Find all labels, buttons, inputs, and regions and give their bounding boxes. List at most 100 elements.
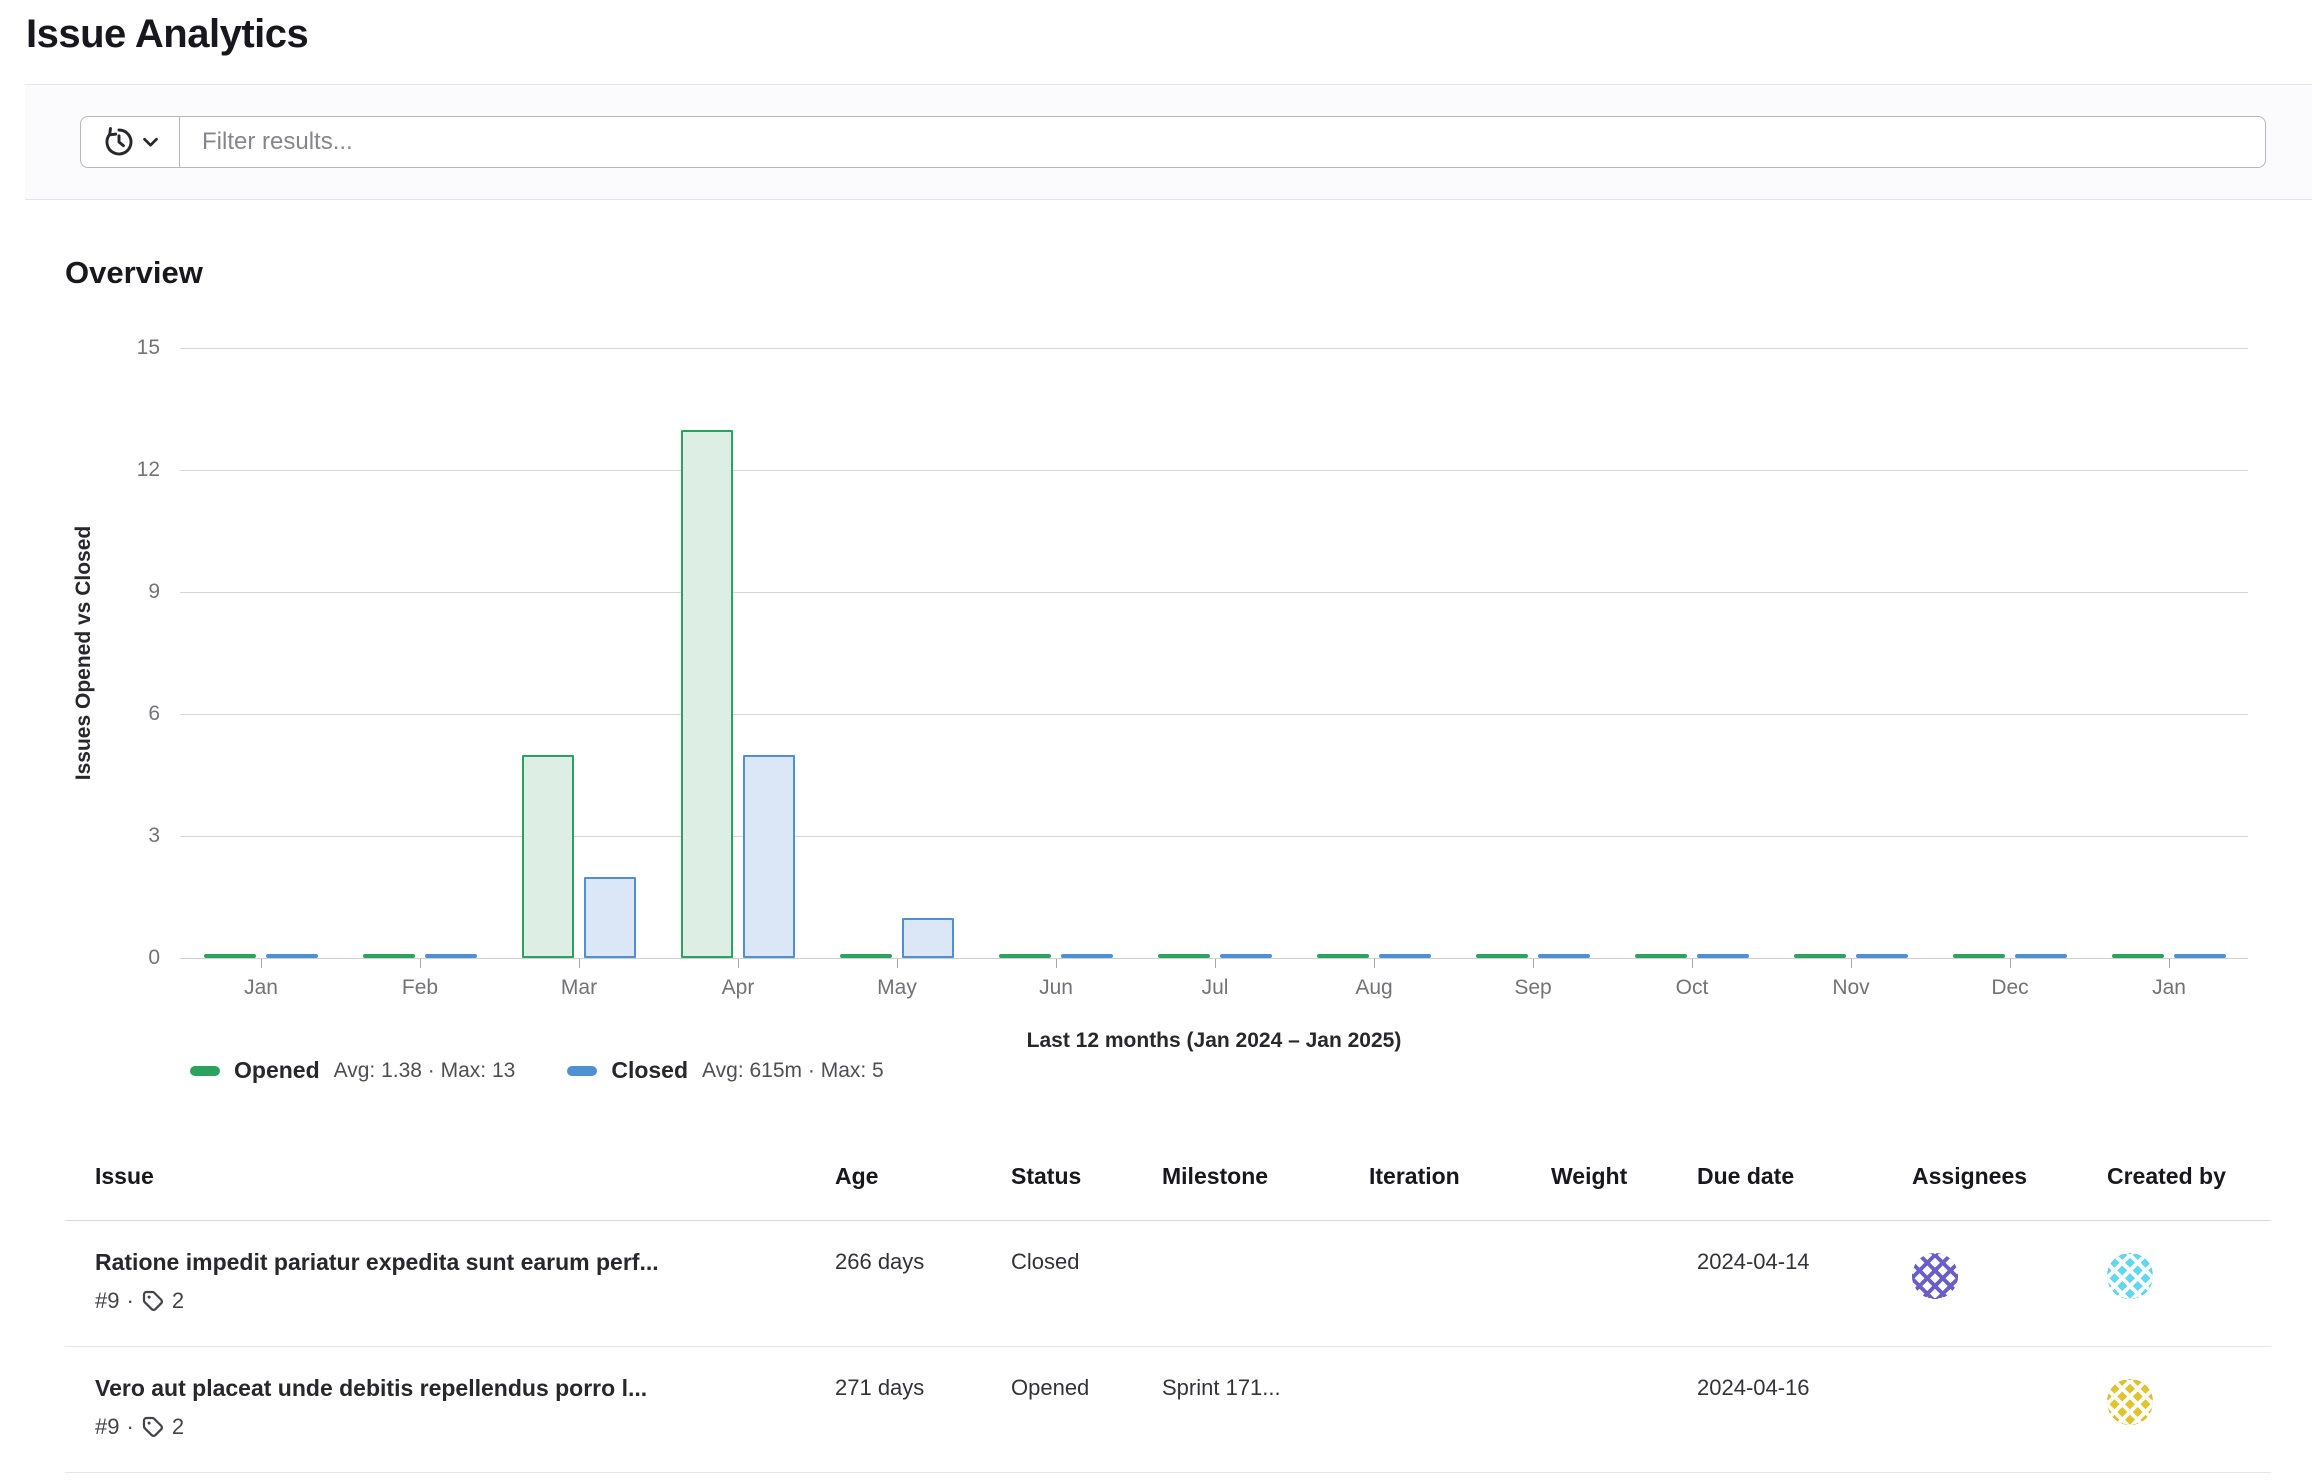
bar-closed-jan12[interactable]: [2174, 954, 2226, 958]
x-axis-tick-oct9: [1692, 959, 1693, 968]
weight-cell: [1551, 1347, 1697, 1472]
bar-opened-feb1[interactable]: [363, 954, 415, 958]
milestone-cell[interactable]: Sprint 171...: [1162, 1347, 1369, 1472]
y-tick-label-6: 6: [90, 702, 160, 726]
table-header-row: Issue Age Status Milestone Iteration Wei…: [65, 1139, 2271, 1221]
x-axis-tick-apr3: [738, 959, 739, 968]
bar-opened-jan0[interactable]: [204, 954, 256, 958]
issue-title-link[interactable]: Ratione impedit pariatur expedita sunt e…: [95, 1249, 835, 1276]
bar-closed-may4[interactable]: [902, 918, 954, 959]
x-axis-tick-jan12: [2169, 959, 2170, 968]
issue-cell: Vero aut placeat unde debitis repellendu…: [65, 1347, 835, 1472]
filter-panel: [25, 84, 2312, 200]
assignees-cell: [1912, 1347, 2107, 1472]
age-cell: 271 days: [835, 1347, 1011, 1472]
x-axis-tick-feb1: [420, 959, 421, 968]
gridline-12: [180, 470, 2248, 471]
history-icon: [103, 126, 135, 158]
weight-cell: [1551, 1221, 1697, 1346]
chart-legend: Opened Avg: 1.38 · Max: 13 Closed Avg: 6…: [190, 1057, 884, 1084]
x-tick-label-feb1: Feb: [375, 976, 465, 1000]
filter-history-dropdown-button[interactable]: [80, 116, 180, 168]
bar-opened-aug7[interactable]: [1317, 954, 1369, 958]
x-axis-tick-dec11: [2010, 959, 2011, 968]
legend-label: Closed: [611, 1057, 688, 1084]
iteration-cell: [1369, 1347, 1551, 1472]
column-header-age: Age: [835, 1139, 1011, 1220]
bar-closed-mar2[interactable]: [584, 877, 636, 958]
issue-meta: #9 · 2: [95, 1414, 835, 1440]
y-tick-label-3: 3: [90, 824, 160, 848]
gridline-3: [180, 836, 2248, 837]
x-tick-label-nov10: Nov: [1806, 976, 1896, 1000]
bar-opened-jan12[interactable]: [2112, 954, 2164, 958]
bar-opened-may4[interactable]: [840, 954, 892, 958]
y-tick-label-15: 15: [90, 336, 160, 360]
x-axis-tick-jan0: [261, 959, 262, 968]
y-tick-label-0: 0: [90, 946, 160, 970]
column-header-status: Status: [1011, 1139, 1162, 1220]
gridline-0: [180, 958, 2248, 959]
meta-separator: ·: [126, 1414, 133, 1440]
legend-stats: Avg: 615m · Max: 5: [702, 1059, 884, 1083]
column-header-assignees: Assignees: [1912, 1139, 2107, 1220]
x-tick-label-jun5: Jun: [1011, 976, 1101, 1000]
column-header-created-by: Created by: [2107, 1139, 2271, 1220]
bar-opened-mar2[interactable]: [522, 755, 574, 958]
bar-closed-jun5[interactable]: [1061, 954, 1113, 958]
gridline-9: [180, 592, 2248, 593]
bar-closed-dec11[interactable]: [2015, 954, 2067, 958]
issue-title-link[interactable]: Vero aut placeat unde debitis repellendu…: [95, 1375, 835, 1402]
bar-opened-jul6[interactable]: [1158, 954, 1210, 958]
x-tick-label-jan0: Jan: [216, 976, 306, 1000]
bar-closed-nov10[interactable]: [1856, 954, 1908, 958]
bar-opened-jun5[interactable]: [999, 954, 1051, 958]
opened-series-swatch: [190, 1066, 220, 1076]
due-date-cell: 2024-04-14: [1697, 1221, 1912, 1346]
created-by-avatar[interactable]: [2107, 1379, 2153, 1425]
assignee-avatar[interactable]: [1912, 1253, 1958, 1299]
x-tick-label-apr3: Apr: [693, 976, 783, 1000]
bar-closed-oct9[interactable]: [1697, 954, 1749, 958]
issue-cell: Ratione impedit pariatur expedita sunt e…: [65, 1221, 835, 1346]
bar-closed-apr3[interactable]: [743, 755, 795, 958]
gridline-15: [180, 348, 2248, 349]
column-header-due-date: Due date: [1697, 1139, 1912, 1220]
created-by-avatar[interactable]: [2107, 1253, 2153, 1299]
column-header-iteration: Iteration: [1369, 1139, 1551, 1220]
bar-closed-jan0[interactable]: [266, 954, 318, 958]
issues-opened-vs-closed-chart: 03691215JanFebMarAprMayJunJulAugSepOctNo…: [0, 291, 2312, 1103]
x-tick-label-mar2: Mar: [534, 976, 624, 1000]
bar-closed-feb1[interactable]: [425, 954, 477, 958]
legend-item-closed[interactable]: Closed Avg: 615m · Max: 5: [567, 1057, 883, 1084]
chevron-down-icon: [143, 137, 158, 148]
legend-item-opened[interactable]: Opened Avg: 1.38 · Max: 13: [190, 1057, 515, 1084]
age-cell: 266 days: [835, 1221, 1011, 1346]
bar-closed-aug7[interactable]: [1379, 954, 1431, 958]
bar-opened-nov10[interactable]: [1794, 954, 1846, 958]
chart-x-axis-title: Last 12 months (Jan 2024 – Jan 2025): [180, 1029, 2248, 1053]
x-axis-tick-jul6: [1215, 959, 1216, 968]
bar-opened-oct9[interactable]: [1635, 954, 1687, 958]
bar-opened-dec11[interactable]: [1953, 954, 2005, 958]
bar-opened-sep8[interactable]: [1476, 954, 1528, 958]
x-tick-label-jul6: Jul: [1170, 976, 1260, 1000]
label-tag-icon: [141, 1289, 165, 1313]
filter-results-input[interactable]: [180, 116, 2266, 168]
status-cell: Opened: [1011, 1347, 1162, 1472]
bar-closed-sep8[interactable]: [1538, 954, 1590, 958]
column-header-milestone: Milestone: [1162, 1139, 1369, 1220]
bar-opened-apr3[interactable]: [681, 430, 733, 959]
x-axis-tick-sep8: [1533, 959, 1534, 968]
x-tick-label-dec11: Dec: [1965, 976, 2055, 1000]
label-count: 2: [172, 1414, 184, 1440]
bar-closed-jul6[interactable]: [1220, 954, 1272, 958]
x-tick-label-sep8: Sep: [1488, 976, 1578, 1000]
issue-ref: #9: [95, 1288, 119, 1314]
milestone-cell[interactable]: [1162, 1221, 1369, 1346]
column-header-weight: Weight: [1551, 1139, 1697, 1220]
page-title: Issue Analytics: [26, 10, 2312, 58]
x-tick-label-may4: May: [852, 976, 942, 1000]
gridline-6: [180, 714, 2248, 715]
iteration-cell: [1369, 1221, 1551, 1346]
